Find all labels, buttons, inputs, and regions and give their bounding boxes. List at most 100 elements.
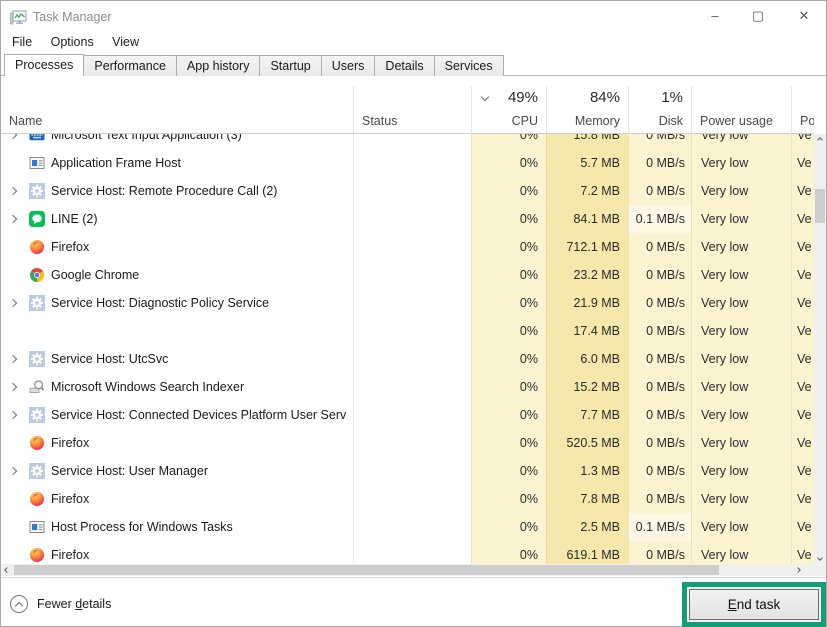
column-header: Name Status 49% CPU 84% Memory 1% Disk P… bbox=[1, 86, 814, 134]
expand-chevron-icon[interactable] bbox=[9, 187, 17, 195]
process-row[interactable]: Service Host: User Manager0%1.3 MB0 MB/s… bbox=[1, 457, 814, 485]
menu-view[interactable]: View bbox=[109, 32, 142, 52]
vertical-scrollbar[interactable] bbox=[814, 134, 826, 564]
power-usage-cell: Very low bbox=[691, 134, 791, 149]
column-header-power-usage-trend[interactable]: Powe bbox=[791, 86, 814, 134]
tab-services[interactable]: Services bbox=[434, 55, 504, 76]
power-usage-trend-cell: Ve bbox=[791, 134, 814, 149]
chrome-icon bbox=[29, 267, 45, 283]
process-row[interactable]: Firefox0%520.5 MB0 MB/sVery lowVe bbox=[1, 429, 814, 457]
status-cell bbox=[353, 177, 471, 205]
expand-chevron-icon[interactable] bbox=[9, 355, 17, 363]
cpu-cell: 0% bbox=[471, 457, 546, 485]
tab-processes[interactable]: Processes bbox=[4, 54, 84, 76]
minimize-button[interactable]: – bbox=[700, 1, 730, 31]
title-bar: Task Manager – ▢ ✕ bbox=[1, 1, 826, 33]
process-name: Service Host: Connected Devices Platform… bbox=[51, 401, 347, 429]
disk-cell: 0 MB/s bbox=[628, 289, 691, 317]
status-cell bbox=[353, 149, 471, 177]
scroll-up-icon[interactable] bbox=[814, 134, 826, 146]
expand-chevron-icon[interactable] bbox=[9, 134, 17, 139]
cpu-cell: 0% bbox=[471, 429, 546, 457]
disk-cell: 0 MB/s bbox=[628, 485, 691, 513]
process-row[interactable]: Host Process for Windows Tasks0%2.5 MB0.… bbox=[1, 513, 814, 541]
horizontal-scrollbar-thumb[interactable] bbox=[14, 565, 719, 575]
process-row[interactable]: 0%17.4 MB0 MB/sVery lowVe bbox=[1, 317, 814, 345]
disk-cell: 0 MB/s bbox=[628, 541, 691, 564]
column-header-memory[interactable]: 84% Memory bbox=[546, 86, 628, 134]
memory-cell: 7.7 MB bbox=[546, 401, 628, 429]
tab-app-history[interactable]: App history bbox=[176, 55, 261, 76]
horizontal-scrollbar[interactable] bbox=[1, 564, 814, 576]
maximize-button[interactable]: ▢ bbox=[743, 1, 773, 31]
gear-icon bbox=[29, 183, 45, 199]
process-row[interactable]: Microsoft Windows Search Indexer0%15.2 M… bbox=[1, 373, 814, 401]
power-usage-trend-cell: Ve bbox=[791, 233, 814, 261]
memory-cell: 15.8 MB bbox=[546, 134, 628, 149]
memory-cell: 5.7 MB bbox=[546, 149, 628, 177]
process-row[interactable]: Firefox0%619.1 MB0 MB/sVery lowVe bbox=[1, 541, 814, 564]
vertical-scrollbar-thumb[interactable] bbox=[815, 189, 825, 223]
menu-options[interactable]: Options bbox=[48, 32, 97, 52]
scroll-left-icon[interactable] bbox=[1, 564, 13, 576]
cpu-cell: 0% bbox=[471, 149, 546, 177]
disk-cell: 0 MB/s bbox=[628, 457, 691, 485]
process-row[interactable]: Firefox0%712.1 MB0 MB/sVery lowVe bbox=[1, 233, 814, 261]
scroll-right-icon[interactable] bbox=[792, 564, 804, 576]
power-usage-cell: Very low bbox=[691, 233, 791, 261]
process-row[interactable]: LINE (2)0%84.1 MB0.1 MB/sVery lowVe bbox=[1, 205, 814, 233]
end-task-button[interactable]: End task bbox=[689, 589, 819, 620]
power-usage-trend-cell: Ve bbox=[791, 345, 814, 373]
cpu-cell: 0% bbox=[471, 134, 546, 149]
expand-chevron-icon[interactable] bbox=[9, 467, 17, 475]
column-header-power-usage[interactable]: Power usage bbox=[691, 86, 791, 134]
power-usage-cell: Very low bbox=[691, 149, 791, 177]
status-cell bbox=[353, 261, 471, 289]
window-title: Task Manager bbox=[33, 10, 112, 24]
expand-chevron-icon[interactable] bbox=[9, 215, 17, 223]
process-row[interactable]: Service Host: Connected Devices Platform… bbox=[1, 401, 814, 429]
tab-details[interactable]: Details bbox=[374, 55, 434, 76]
power-usage-cell: Very low bbox=[691, 289, 791, 317]
disk-cell: 0 MB/s bbox=[628, 429, 691, 457]
cpu-cell: 0% bbox=[471, 373, 546, 401]
column-header-name[interactable]: Name bbox=[1, 86, 353, 134]
process-row[interactable]: Service Host: Remote Procedure Call (2)0… bbox=[1, 177, 814, 205]
tab-startup[interactable]: Startup bbox=[259, 55, 321, 76]
firefox-icon bbox=[29, 435, 45, 451]
menu-file[interactable]: File bbox=[9, 32, 35, 52]
expand-chevron-icon[interactable] bbox=[9, 383, 17, 391]
power-usage-trend-cell: Ve bbox=[791, 485, 814, 513]
process-row[interactable]: Service Host: UtcSvc0%6.0 MB0 MB/sVery l… bbox=[1, 345, 814, 373]
cpu-cell: 0% bbox=[471, 485, 546, 513]
process-row[interactable]: Microsoft Text Input Application (3)0%15… bbox=[1, 134, 814, 149]
status-cell bbox=[353, 485, 471, 513]
column-header-disk[interactable]: 1% Disk bbox=[628, 86, 691, 134]
tab-performance[interactable]: Performance bbox=[83, 55, 177, 76]
process-name: Firefox bbox=[51, 429, 347, 457]
expand-chevron-icon[interactable] bbox=[9, 299, 17, 307]
fewer-details-button[interactable]: Fewer details bbox=[10, 595, 111, 613]
collapse-circle-icon bbox=[10, 595, 28, 613]
cpu-cell: 0% bbox=[471, 401, 546, 429]
line-icon bbox=[29, 211, 45, 227]
disk-cell: 0 MB/s bbox=[628, 149, 691, 177]
power-usage-cell: Very low bbox=[691, 429, 791, 457]
tab-users[interactable]: Users bbox=[321, 55, 376, 76]
power-usage-cell: Very low bbox=[691, 457, 791, 485]
process-row[interactable]: Firefox0%7.8 MB0 MB/sVery lowVe bbox=[1, 485, 814, 513]
process-rows: Microsoft Text Input Application (3)0%15… bbox=[1, 134, 814, 564]
scroll-down-icon[interactable] bbox=[814, 552, 826, 564]
power-usage-cell: Very low bbox=[691, 261, 791, 289]
column-header-status[interactable]: Status bbox=[353, 86, 471, 134]
column-header-cpu[interactable]: 49% CPU bbox=[471, 86, 546, 134]
close-button[interactable]: ✕ bbox=[789, 1, 819, 31]
expand-chevron-icon[interactable] bbox=[9, 411, 17, 419]
power-usage-cell: Very low bbox=[691, 513, 791, 541]
tab-bar: ProcessesPerformanceApp historyStartupUs… bbox=[1, 54, 826, 76]
process-row[interactable]: Google Chrome0%23.2 MB0 MB/sVery lowVe bbox=[1, 261, 814, 289]
status-cell bbox=[353, 289, 471, 317]
process-row[interactable]: Service Host: Diagnostic Policy Service0… bbox=[1, 289, 814, 317]
power-usage-cell: Very low bbox=[691, 205, 791, 233]
process-row[interactable]: Application Frame Host0%5.7 MB0 MB/sVery… bbox=[1, 149, 814, 177]
